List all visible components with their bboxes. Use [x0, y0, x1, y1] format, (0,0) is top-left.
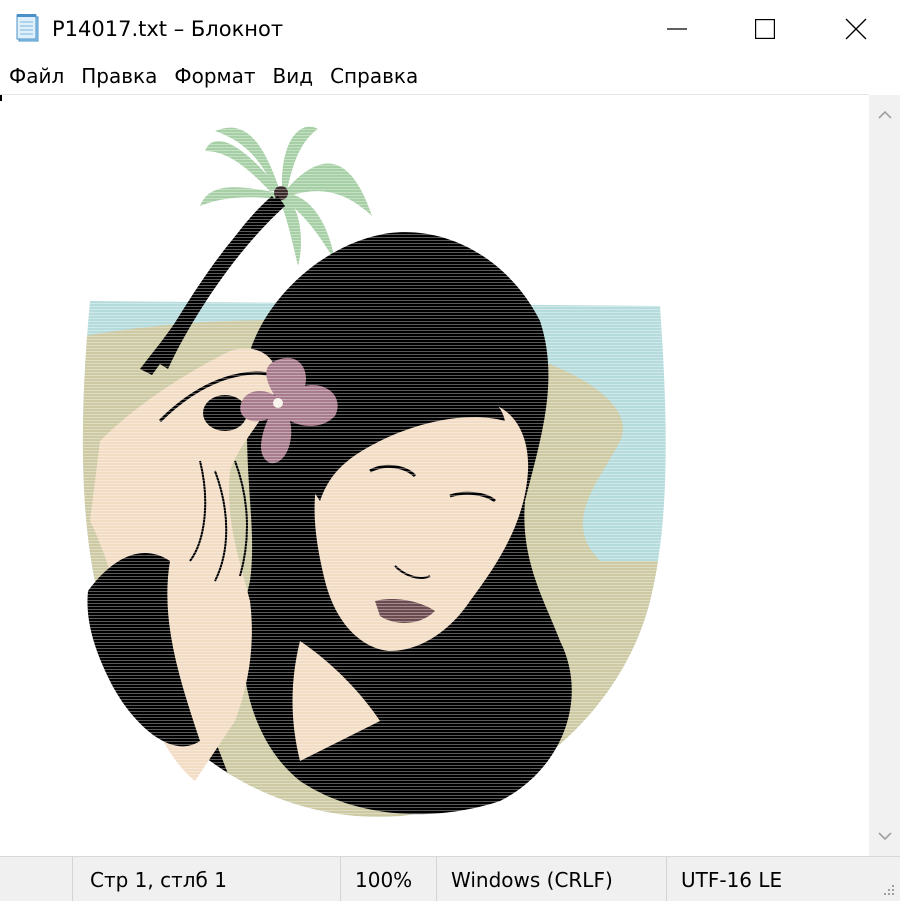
status-bar: Стр 1, стлб 1 100% Windows (CRLF) UTF-16…: [0, 856, 900, 901]
menu-view[interactable]: Вид: [264, 58, 322, 94]
minimize-icon: [667, 28, 687, 30]
ascii-art-image: [60, 111, 680, 821]
window-title: P14017.txt – Блокнот: [52, 17, 284, 41]
resize-grip-icon[interactable]: [882, 883, 896, 897]
status-encoding: UTF-16 LE: [666, 857, 900, 901]
maximize-icon: [755, 19, 775, 39]
menu-edit[interactable]: Правка: [72, 58, 165, 94]
scroll-down-button[interactable]: [869, 824, 900, 848]
text-edit-area[interactable]: [0, 94, 869, 857]
close-icon: [845, 18, 867, 40]
menu-help[interactable]: Справка: [321, 58, 426, 94]
status-zoom: 100%: [340, 857, 436, 901]
maximize-button[interactable]: [719, 0, 811, 58]
chevron-down-icon: [877, 832, 892, 841]
notepad-window: P14017.txt – Блокнот Файл Правка Формат …: [0, 0, 900, 901]
status-line-endings: Windows (CRLF): [436, 857, 666, 901]
menu-format[interactable]: Формат: [165, 58, 263, 94]
notepad-icon: [16, 14, 39, 42]
menu-bar: Файл Правка Формат Вид Справка: [0, 58, 900, 94]
status-cursor-position: Стр 1, стлб 1: [72, 857, 340, 901]
title-bar[interactable]: P14017.txt – Блокнот: [0, 0, 900, 58]
chevron-up-icon: [877, 110, 892, 119]
minimize-button[interactable]: [631, 0, 723, 58]
menu-file[interactable]: Файл: [0, 58, 72, 94]
vertical-scrollbar[interactable]: [869, 95, 900, 856]
scroll-up-button[interactable]: [869, 103, 900, 127]
close-button[interactable]: [810, 0, 900, 58]
